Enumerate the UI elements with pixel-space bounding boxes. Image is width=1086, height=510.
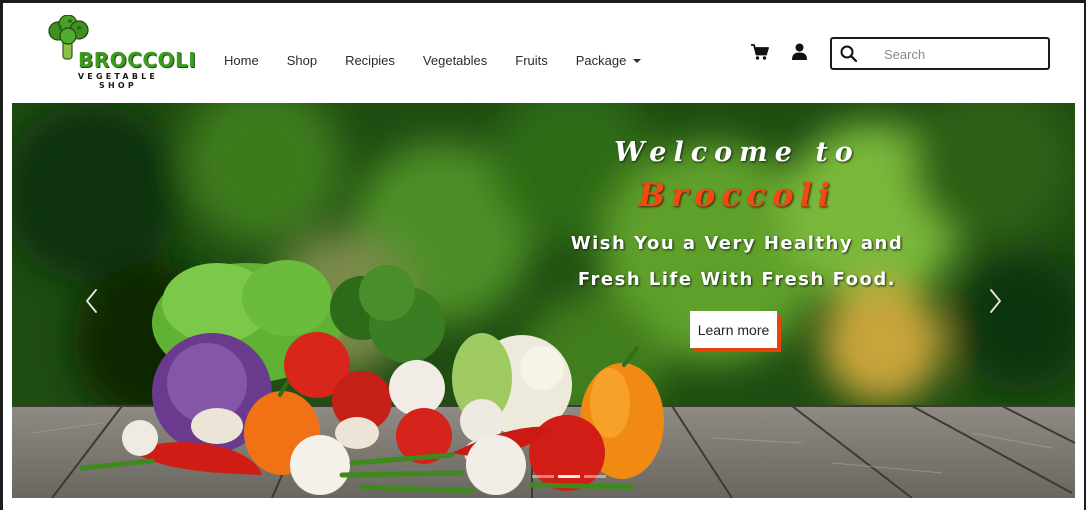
search-icon[interactable] <box>840 45 857 62</box>
shopping-cart-icon[interactable] <box>751 44 769 60</box>
caret-down-icon <box>633 59 642 63</box>
logo-tagline-line2: SHOP <box>99 81 137 90</box>
nav-item-shop[interactable]: Shop <box>287 53 317 68</box>
logo-tagline-line1: VEGETABLE <box>77 72 159 81</box>
user-icon[interactable] <box>791 43 808 60</box>
carousel-indicator-1[interactable] <box>532 475 554 478</box>
nav-item-home[interactable]: Home <box>224 53 259 68</box>
hero-brand-text: Broccoli <box>638 176 836 214</box>
learn-more-button[interactable]: Learn more <box>690 311 777 348</box>
search-box <box>830 37 1050 70</box>
window-frame-left <box>0 0 3 510</box>
nav-item-package-label: Package <box>575 53 627 68</box>
search-input[interactable] <box>882 44 1036 65</box>
main-nav: Home Shop Recipies Vegetables Fruits Pac… <box>224 53 669 68</box>
nav-item-fruits[interactable]: Fruits <box>515 53 548 68</box>
hero-welcome-text: Welcome to <box>614 137 860 168</box>
site-logo[interactable]: BROCCOLI VEGETABLE SHOP <box>46 15 196 93</box>
carousel-indicators <box>532 475 606 478</box>
chevron-left-icon[interactable] <box>84 288 100 314</box>
hero-carousel: Welcome to Broccoli Wish You a Very Heal… <box>12 103 1075 498</box>
nav-item-package[interactable]: Package <box>576 53 642 68</box>
carousel-indicator-3[interactable] <box>584 475 606 478</box>
window-frame-top <box>0 0 1086 3</box>
hero-tagline-line1: Wish You a Very Healthy and <box>570 233 904 254</box>
logo-tagline: VEGETABLE SHOP <box>70 72 166 90</box>
chevron-right-icon[interactable] <box>987 288 1003 314</box>
hero-background-image <box>12 103 1075 498</box>
nav-item-recipies[interactable]: Recipies <box>345 53 395 68</box>
hero-tagline-line2: Fresh Life With Fresh Food. <box>577 269 897 290</box>
carousel-indicator-2[interactable] <box>558 475 580 478</box>
nav-item-vegetables[interactable]: Vegetables <box>423 53 487 68</box>
logo-wordmark: BROCCOLI <box>78 48 197 72</box>
